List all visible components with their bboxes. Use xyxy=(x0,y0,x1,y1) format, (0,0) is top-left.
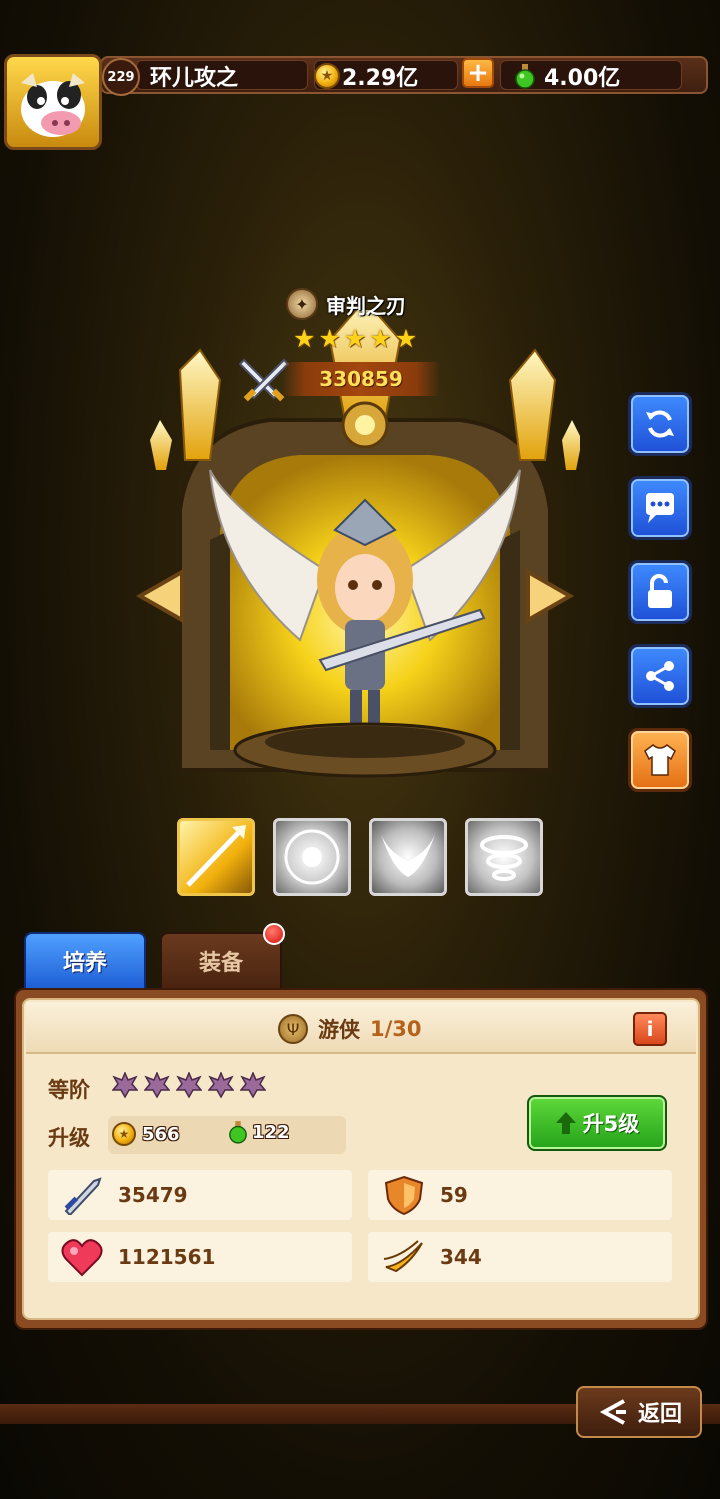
star-icon: ★ xyxy=(394,324,418,353)
cost-potion: 122 xyxy=(228,1120,290,1144)
class-info: Ψ 游侠 1/30 xyxy=(278,1014,422,1044)
upgrade-button[interactable]: 升5级 xyxy=(527,1095,667,1151)
refresh-icon xyxy=(646,410,674,438)
wing-speed-icon xyxy=(382,1240,423,1273)
hero-star-rating: ★ ★ ★ ★ ★ xyxy=(293,326,417,351)
attack-value: 35479 xyxy=(118,1183,188,1207)
heart-icon xyxy=(61,1239,103,1277)
cost-gold-value: 566 xyxy=(142,1123,180,1145)
speed-value: 344 xyxy=(440,1245,482,1269)
potion-amount: 4.00亿 xyxy=(544,66,621,91)
skill-slot-2[interactable] xyxy=(273,818,351,896)
unlock-icon xyxy=(648,574,672,608)
arrow-up-icon xyxy=(555,1112,576,1134)
radiant-burst-icon xyxy=(284,829,340,885)
rank-label: 等阶 xyxy=(48,1078,90,1102)
shield-icon xyxy=(384,1175,424,1215)
rank-star-icon xyxy=(176,1072,202,1098)
add-gold-button[interactable]: + xyxy=(462,58,494,88)
stat-speed: 344 xyxy=(368,1232,672,1282)
green-potion-icon xyxy=(229,1121,247,1144)
gold-coin-icon: ★ xyxy=(112,1122,136,1146)
skill-slot-4[interactable] xyxy=(465,818,543,896)
tab-equip[interactable]: 装备 xyxy=(160,932,282,990)
refresh-button[interactable] xyxy=(628,392,692,456)
defense-value: 59 xyxy=(440,1183,468,1207)
upgrade-button-label: 升5级 xyxy=(582,1112,640,1136)
class-level: 1/30 xyxy=(370,1017,422,1041)
skin-icon xyxy=(644,744,676,776)
info-button[interactable]: i xyxy=(633,1012,667,1046)
hero-faction-icon: ✦ xyxy=(286,288,318,320)
back-arrow-icon xyxy=(599,1399,626,1425)
player-avatar[interactable] xyxy=(4,54,102,150)
cost-potion-value: 122 xyxy=(252,1121,290,1143)
golden-spear-icon xyxy=(186,825,246,887)
player-name: 环儿攻之 xyxy=(150,66,239,91)
skill-slot-1[interactable] xyxy=(177,818,255,896)
skill-slot-3[interactable] xyxy=(369,818,447,896)
upgrade-cost-label: 升级 xyxy=(48,1126,90,1150)
tab-train[interactable]: 培养 xyxy=(24,932,146,990)
gold-amount: 2.29亿 xyxy=(342,66,419,91)
star-icon: ★ xyxy=(293,324,316,353)
notification-dot xyxy=(263,923,285,945)
combat-power-bar: 330859 xyxy=(282,362,440,396)
chat-button[interactable] xyxy=(628,476,692,540)
stat-hp: 1121561 xyxy=(48,1232,352,1282)
gold-coin-icon: ★ xyxy=(314,63,340,89)
stat-attack: 35479 xyxy=(48,1170,352,1220)
hero-name: 审判之刃 xyxy=(326,293,406,318)
star-icon: ★ xyxy=(318,324,341,353)
skin-button[interactable] xyxy=(628,728,692,792)
class-name: 游侠 xyxy=(318,1018,360,1042)
hp-value: 1121561 xyxy=(118,1245,216,1269)
whirlwind-icon xyxy=(480,835,528,881)
rank-star-icon xyxy=(240,1072,266,1098)
combat-power-value: 330859 xyxy=(319,367,403,391)
rank-star-icon xyxy=(112,1072,138,1098)
game-screen: 229 环儿攻之 ★ 2.29亿 + 4.00亿 ✦ 审判之刃 ★ ★ ★ ★ … xyxy=(0,0,720,1499)
chat-icon xyxy=(646,493,674,523)
green-potion-icon xyxy=(515,64,535,89)
lock-toggle-button[interactable] xyxy=(628,560,692,624)
previous-hero-arrow[interactable] xyxy=(134,568,186,624)
class-emblem-icon: Ψ xyxy=(278,1014,308,1044)
hero-title: ✦ 审判之刃 xyxy=(286,288,406,320)
next-hero-arrow[interactable] xyxy=(524,568,576,624)
sword-icon xyxy=(64,1177,102,1215)
potion-display: 4.00亿 xyxy=(514,60,620,92)
star-icon: ★ xyxy=(369,324,392,353)
player-level-badge: 229 xyxy=(102,58,140,96)
rank-star-icon xyxy=(208,1072,234,1098)
rank-star-icon xyxy=(144,1072,170,1098)
back-label: 返回 xyxy=(637,1402,682,1427)
star-icon: ★ xyxy=(343,324,367,353)
gold-display: ★ 2.29亿 xyxy=(314,60,418,92)
share-icon xyxy=(646,661,674,691)
back-button[interactable]: 返回 xyxy=(576,1386,702,1438)
wings-icon xyxy=(380,831,436,877)
cost-gold: ★ 566 xyxy=(112,1122,180,1146)
share-button[interactable] xyxy=(628,644,692,708)
stat-defense: 59 xyxy=(368,1170,672,1220)
rank-star-rating xyxy=(112,1072,266,1098)
